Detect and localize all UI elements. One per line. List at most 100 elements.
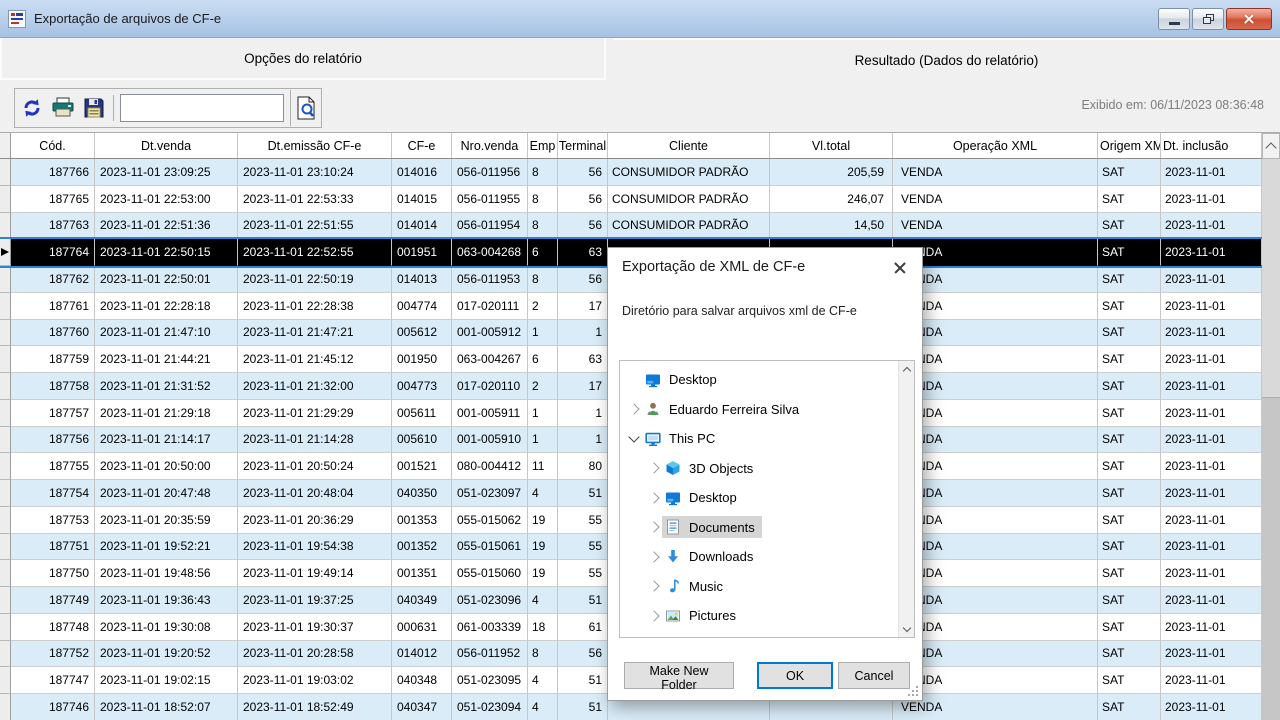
row-indicator	[0, 480, 11, 507]
column-header-cfe[interactable]: CF-e	[392, 133, 452, 158]
row-indicator	[0, 373, 11, 400]
tab-resultado-dados-do-relatorio[interactable]: Resultado (Dados do relatório)	[613, 38, 1280, 80]
cell-cfe: 005610	[392, 427, 452, 454]
column-header-terminal[interactable]: Terminal	[558, 133, 608, 158]
save-button[interactable]	[80, 93, 108, 123]
cell-dt_emissao: 2023-11-01 21:29:29	[238, 400, 392, 427]
tree-node[interactable]: Pictures	[662, 605, 743, 627]
tree-node[interactable]: Eduardo Ferreira Silva	[642, 398, 806, 420]
preview-button[interactable]	[290, 90, 321, 126]
table-row[interactable]: 1877632023-11-01 22:51:362023-11-01 22:5…	[0, 213, 1262, 240]
column-header-vl_total[interactable]: Vl.total	[770, 133, 893, 158]
cell-emp: 4	[528, 480, 558, 507]
chevron-right-icon[interactable]	[626, 405, 642, 413]
resize-grip[interactable]	[908, 686, 918, 696]
cell-dt_venda: 2023-11-01 21:29:18	[95, 400, 238, 427]
table-row[interactable]: 1877652023-11-01 22:53:002023-11-01 22:5…	[0, 186, 1262, 213]
cell-vl_total: 14,50	[770, 213, 893, 240]
scrollbar-track[interactable]	[1262, 159, 1280, 720]
cell-dt_inclusao: 2023-11-01	[1161, 186, 1262, 213]
cell-terminal: 17	[558, 293, 608, 320]
tree-node[interactable]: Downloads	[662, 546, 760, 568]
cell-dt_emissao: 2023-11-01 22:51:55	[238, 213, 392, 240]
cell-terminal: 56	[558, 266, 608, 293]
tree-item-music[interactable]: Music	[620, 572, 898, 602]
cell-emp: 4	[528, 587, 558, 614]
column-header-operacao_xml[interactable]: Operação XML	[893, 133, 1098, 158]
cell-nro_venda: 051-023094	[452, 694, 528, 720]
row-indicator	[0, 293, 11, 320]
tree-item-3d-objects[interactable]: 3D Objects	[620, 454, 898, 484]
chevron-down-icon[interactable]	[626, 433, 642, 444]
column-header-origem_xml[interactable]: Origem XML	[1098, 133, 1161, 158]
tree-scrollbar[interactable]	[898, 361, 914, 637]
cell-cfe: 040350	[392, 480, 452, 507]
row-indicator	[0, 641, 11, 668]
vertical-scrollbar[interactable]	[1262, 133, 1280, 720]
ok-button[interactable]: OK	[757, 662, 833, 689]
tree-node[interactable]: Documents	[662, 516, 762, 538]
tree-item-downloads[interactable]: Downloads	[620, 542, 898, 572]
tree-scroll-down-button[interactable]	[899, 621, 914, 637]
chevron-right-icon[interactable]	[646, 523, 662, 531]
tree-node[interactable]: Desktop	[642, 369, 724, 391]
cell-dt_venda: 2023-11-01 20:50:00	[95, 453, 238, 480]
cell-dt_emissao: 2023-11-01 21:45:12	[238, 346, 392, 373]
chevron-right-icon[interactable]	[646, 494, 662, 502]
make-new-folder-button[interactable]: Make New Folder	[624, 662, 734, 689]
minimize-icon	[1169, 22, 1180, 25]
tree-item-desktop[interactable]: Desktop	[620, 365, 898, 395]
row-indicator	[0, 400, 11, 427]
scrollbar-thumb[interactable]	[1262, 159, 1280, 398]
chevron-right-icon[interactable]	[646, 553, 662, 561]
minimize-button[interactable]	[1158, 8, 1190, 30]
chevron-up-icon	[1265, 142, 1276, 153]
cell-emp: 11	[528, 453, 558, 480]
tree-item-desktop[interactable]: Desktop	[620, 483, 898, 513]
tree-node[interactable]: Desktop	[662, 487, 744, 509]
column-header-nro_venda[interactable]: Nro.venda	[452, 133, 528, 158]
cell-cfe: 014013	[392, 266, 452, 293]
tree-node[interactable]: 3D Objects	[662, 457, 760, 479]
chevron-right-icon[interactable]	[646, 582, 662, 590]
tree-item-this-pc[interactable]: This PC	[620, 424, 898, 454]
tree-item-documents[interactable]: Documents	[620, 513, 898, 543]
tree-node[interactable]: This PC	[642, 428, 722, 450]
cell-dt_inclusao: 2023-11-01	[1161, 266, 1262, 293]
cell-emp: 8	[528, 159, 558, 186]
column-header-cod[interactable]: Cód.	[11, 133, 95, 158]
restore-button[interactable]	[1192, 8, 1224, 30]
tree-scroll-up-button[interactable]	[899, 361, 914, 377]
column-header-cliente[interactable]: Cliente	[608, 133, 770, 158]
desktop-folder-icon	[665, 490, 681, 506]
close-button[interactable]	[1226, 8, 1272, 30]
column-header-emp[interactable]: Emp	[528, 133, 558, 158]
tab-opcoes-do-relatorio[interactable]: Opções do relatório	[0, 38, 606, 80]
tree-item-label: Downloads	[689, 549, 753, 564]
row-indicator	[0, 186, 11, 213]
table-row[interactable]: 1877662023-11-01 23:09:252023-11-01 23:1…	[0, 159, 1262, 186]
cell-dt_emissao: 2023-11-01 20:48:04	[238, 480, 392, 507]
cell-dt_emissao: 2023-11-01 19:30:37	[238, 614, 392, 641]
column-header-dt_emissao[interactable]: Dt.emissão CF-e	[238, 133, 392, 158]
column-header-dt_inclusao[interactable]: Dt. inclusão	[1161, 133, 1262, 158]
tree-item-eduardo-ferreira-silva[interactable]: Eduardo Ferreira Silva	[620, 395, 898, 425]
scroll-up-button[interactable]	[1262, 133, 1280, 159]
chevron-right-icon[interactable]	[646, 612, 662, 620]
cell-dt_emissao: 2023-11-01 22:53:33	[238, 186, 392, 213]
tree-node[interactable]: Music	[662, 575, 730, 597]
cell-origem_xml: SAT	[1098, 507, 1161, 534]
cancel-button[interactable]: Cancel	[838, 662, 910, 689]
dialog-close-button[interactable]	[888, 256, 912, 280]
search-input[interactable]	[120, 94, 284, 122]
print-button[interactable]	[49, 93, 77, 123]
cell-nro_venda: 055-015061	[452, 534, 528, 561]
cell-emp: 4	[528, 694, 558, 720]
tabstrip: Opções do relatório Resultado (Dados do …	[0, 38, 1280, 80]
row-indicator	[0, 667, 11, 694]
tree-item-pictures[interactable]: Pictures	[620, 601, 898, 631]
refresh-button[interactable]	[18, 93, 46, 123]
column-header-dt_venda[interactable]: Dt.venda	[95, 133, 238, 158]
computer-icon	[645, 431, 661, 447]
chevron-right-icon[interactable]	[646, 464, 662, 472]
